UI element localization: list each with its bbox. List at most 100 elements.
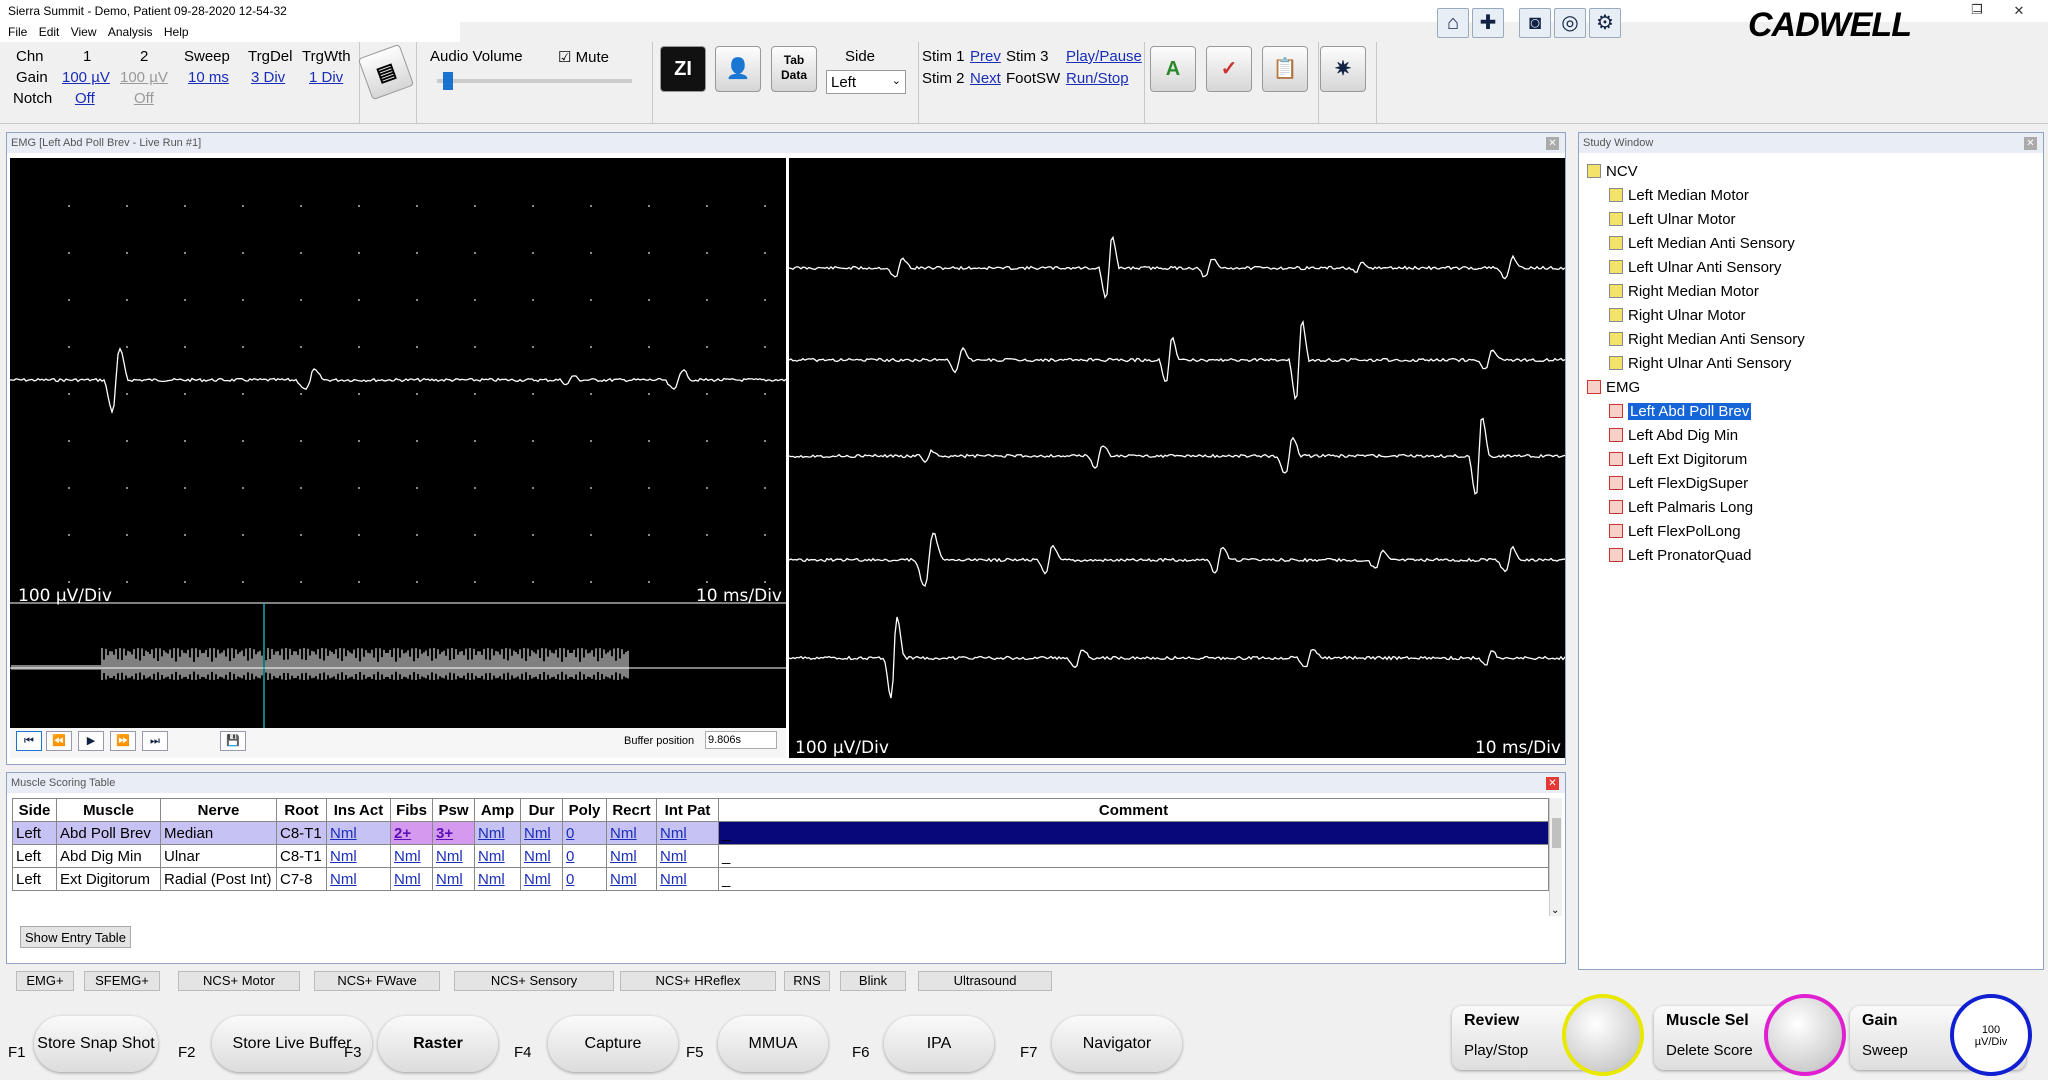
side-select[interactable]: Left ⌄ [826, 70, 906, 94]
search-globe-icon[interactable]: ◎ [1554, 8, 1586, 38]
table-cell[interactable]: Nml [656, 844, 719, 868]
score-link[interactable]: Nml [330, 848, 357, 865]
table-cell[interactable]: Nml [432, 867, 475, 891]
score-link[interactable]: Nml [524, 825, 551, 842]
tree-item[interactable]: Left PronatorQuad [1609, 545, 1751, 567]
knob-top-label[interactable]: Review [1464, 1012, 1519, 1030]
tree-item[interactable]: Right Ulnar Motor [1609, 305, 1746, 327]
sweep-link[interactable]: 10 ms [188, 69, 229, 86]
ch2-notch-link[interactable]: Off [134, 90, 154, 107]
table-cell[interactable]: Nml [326, 821, 391, 845]
score-link[interactable]: Nml [610, 871, 637, 888]
fast-forward-icon[interactable]: ⏩ [110, 731, 136, 751]
table-scrollbar[interactable]: ⌄ [1549, 798, 1562, 916]
score-link[interactable]: 0 [566, 871, 574, 888]
column-header[interactable]: Side [12, 798, 57, 822]
mode-button[interactable]: Ultrasound [918, 971, 1052, 991]
score-link[interactable]: Nml [660, 848, 687, 865]
score-link[interactable]: 3+ [436, 825, 453, 842]
ch1-gain-link[interactable]: 100 µV [62, 69, 110, 86]
score-link[interactable]: Nml [610, 825, 637, 842]
mode-button[interactable]: NCS+ HReflex [620, 971, 776, 991]
score-link[interactable]: Nml [436, 848, 463, 865]
fkey-button[interactable]: MMUA [718, 1016, 828, 1072]
knob-bottom-label[interactable]: Sweep [1862, 1042, 1908, 1059]
left-trace-display[interactable]: 100 µV/Div 10 ms/Div [10, 158, 786, 728]
score-link[interactable]: Nml [436, 871, 463, 888]
tree-item[interactable]: Left Abd Dig Min [1609, 425, 1738, 447]
tab-data-button[interactable]: Tab Data [771, 46, 817, 92]
score-link[interactable]: Nml [478, 848, 505, 865]
knob-bottom-label[interactable]: Play/Stop [1464, 1042, 1528, 1059]
tree-item[interactable]: Left Ext Digitorum [1609, 449, 1747, 471]
table-cell[interactable]: Nml [606, 867, 657, 891]
score-link[interactable]: Nml [524, 871, 551, 888]
score-link[interactable]: 0 [566, 825, 574, 842]
fkey-button[interactable]: IPA [884, 1016, 994, 1072]
tree-group-ncv[interactable]: NCV [1587, 161, 1638, 183]
table-cell[interactable]: Nml [432, 844, 475, 868]
column-header[interactable]: Comment [718, 798, 1549, 822]
clipboard-icon[interactable]: 📋 [1262, 46, 1308, 92]
table-cell[interactable]: _ [718, 844, 1549, 868]
table-row[interactable]: Left Ext Digitorum Radial (Post Int) C7-8 Nm… [12, 867, 1549, 891]
column-header[interactable]: Ins Act [326, 798, 391, 822]
table-cell[interactable]: Nml [474, 821, 521, 845]
patient-icon[interactable]: 👤 [715, 46, 761, 92]
table-cell[interactable]: Nml [474, 844, 521, 868]
column-header[interactable]: Nerve [160, 798, 277, 822]
knob-top-label[interactable]: Muscle Sel [1666, 1012, 1749, 1030]
column-header[interactable]: Poly [562, 798, 607, 822]
ch1-notch-link[interactable]: Off [75, 90, 95, 107]
tree-item[interactable]: Right Median Motor [1609, 281, 1759, 303]
close-icon[interactable]: ✕ [2024, 137, 2037, 150]
add-patient-icon[interactable]: ✚ [1472, 8, 1504, 38]
restore-icon[interactable]: ❐ [1962, 1, 1992, 19]
table-cell[interactable]: Nml [606, 821, 657, 845]
tree-item[interactable]: Left Abd Poll Brev [1609, 401, 1752, 423]
volume-slider-track[interactable] [437, 79, 632, 83]
play-pause-link[interactable]: Play/Pause [1066, 48, 1142, 65]
table-cell[interactable]: Nml [326, 844, 391, 868]
tree-item[interactable]: Left Median Anti Sensory [1609, 233, 1795, 255]
tree-item[interactable]: Left Median Motor [1609, 185, 1749, 207]
table-cell[interactable]: 3+ [432, 821, 475, 845]
amplifier-icon[interactable]: ▤ [357, 43, 415, 101]
close-icon[interactable]: ✕ [2004, 2, 2034, 20]
table-cell[interactable]: 0 [562, 867, 607, 891]
table-cell[interactable]: Nml [390, 844, 433, 868]
table-cell[interactable]: Nml [656, 821, 719, 845]
trgwth-link[interactable]: 1 Div [309, 69, 343, 86]
table-cell[interactable]: Nml [656, 867, 719, 891]
tree-item[interactable]: Left FlexDigSuper [1609, 473, 1748, 495]
column-header[interactable]: Dur [520, 798, 563, 822]
score-link[interactable]: Nml [394, 848, 421, 865]
home-icon[interactable]: ⌂ [1437, 8, 1469, 38]
knob-top-label[interactable]: Gain [1862, 1012, 1898, 1030]
score-link[interactable]: Nml [478, 871, 505, 888]
score-link[interactable]: Nml [330, 871, 357, 888]
column-header[interactable]: Recrt [606, 798, 657, 822]
table-cell[interactable]: Nml [606, 844, 657, 868]
analysis-av-icon[interactable]: A [1150, 46, 1196, 92]
table-cell[interactable]: Nml [474, 867, 521, 891]
table-cell[interactable]: Nml [520, 821, 563, 845]
table-row[interactable]: Left Abd Dig Min Ulnar C8-T1 Nml Nml Nml Nml Nml… [12, 844, 1549, 868]
mode-button[interactable]: NCS+ FWave [314, 971, 440, 991]
show-entry-table-button[interactable]: Show Entry Table [20, 926, 131, 948]
table-cell[interactable]: _ [718, 821, 1549, 845]
score-link[interactable]: Nml [610, 848, 637, 865]
close-icon[interactable]: ✕ [1546, 777, 1559, 790]
score-link[interactable]: 0 [566, 848, 574, 865]
fkey-button[interactable]: Capture [548, 1016, 678, 1072]
score-link[interactable]: Nml [524, 848, 551, 865]
trgdel-link[interactable]: 3 Div [251, 69, 285, 86]
tree-item[interactable]: Right Ulnar Anti Sensory [1609, 353, 1791, 375]
knob-bottom-label[interactable]: Delete Score [1666, 1042, 1753, 1059]
tree-item[interactable]: Left Ulnar Anti Sensory [1609, 257, 1781, 279]
menu-analysis[interactable]: Analysis [100, 22, 153, 39]
next-link[interactable]: Next [970, 70, 1001, 87]
camera-icon[interactable]: ◙ [1519, 8, 1551, 38]
mode-button[interactable]: SFEMG+ [84, 971, 160, 991]
rotary-knob[interactable] [1562, 994, 1644, 1076]
